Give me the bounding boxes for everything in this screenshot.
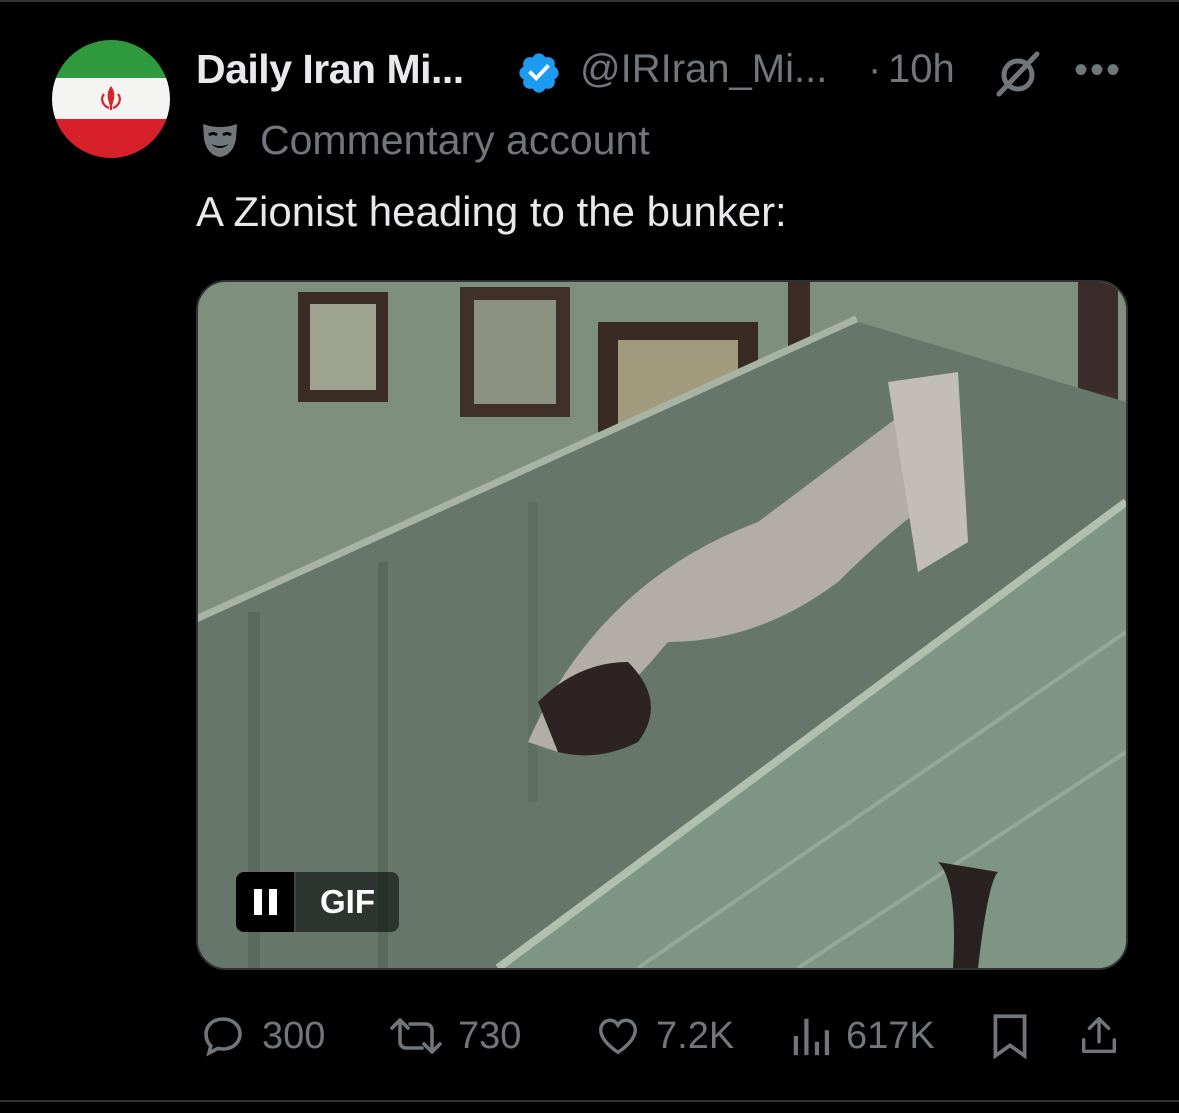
heart-icon	[599, 1018, 637, 1055]
verified-badge-icon	[519, 53, 559, 93]
flag-red-stripe	[52, 119, 170, 158]
more-options-icon[interactable]: •••	[1074, 48, 1122, 93]
post-header: Daily Iran Mi... @IRIran_Mi... · 10h •••	[196, 42, 1136, 98]
user-handle[interactable]: @IRIran_Mi...	[580, 47, 827, 92]
bookmark-button[interactable]	[988, 1006, 1032, 1066]
theater-mask-icon	[203, 124, 237, 157]
avatar[interactable]	[52, 40, 170, 158]
flag-green-stripe	[52, 40, 170, 78]
bottom-divider	[0, 1100, 1179, 1102]
separator-dot: ·	[868, 47, 882, 91]
views-button[interactable]: 617K	[790, 1006, 935, 1066]
reply-button[interactable]: 300	[198, 1006, 325, 1066]
views-chart-icon	[793, 1018, 830, 1056]
view-count: 617K	[846, 1014, 935, 1057]
share-icon	[1081, 1017, 1117, 1054]
like-button[interactable]: 7.2K	[594, 1006, 734, 1066]
post-time[interactable]: 10h	[888, 47, 955, 92]
share-button[interactable]	[1076, 1006, 1122, 1066]
like-count: 7.2K	[656, 1014, 735, 1057]
gif-frame	[198, 282, 1126, 968]
iran-emblem-icon	[101, 85, 121, 110]
bookmark-icon	[993, 1014, 1027, 1060]
display-name[interactable]: Daily Iran Mi...	[196, 46, 464, 93]
top-divider	[0, 0, 1179, 2]
pause-icon[interactable]	[236, 872, 294, 932]
post-text: A Zionist heading to the bunker:	[196, 188, 787, 235]
action-bar: 300 730 7.2K 617K	[198, 1006, 1128, 1066]
gif-badge: GIF	[294, 872, 399, 932]
gif-controls: GIF	[236, 872, 399, 932]
repost-count: 730	[458, 1014, 522, 1057]
repost-icon	[390, 1018, 442, 1054]
gif-media[interactable]: GIF	[196, 280, 1128, 970]
reply-count: 300	[262, 1014, 326, 1057]
grok-icon[interactable]	[991, 50, 1045, 98]
account-label-text: Commentary account	[260, 117, 650, 163]
repost-button[interactable]: 730	[388, 1006, 521, 1066]
reply-icon	[204, 1017, 242, 1057]
